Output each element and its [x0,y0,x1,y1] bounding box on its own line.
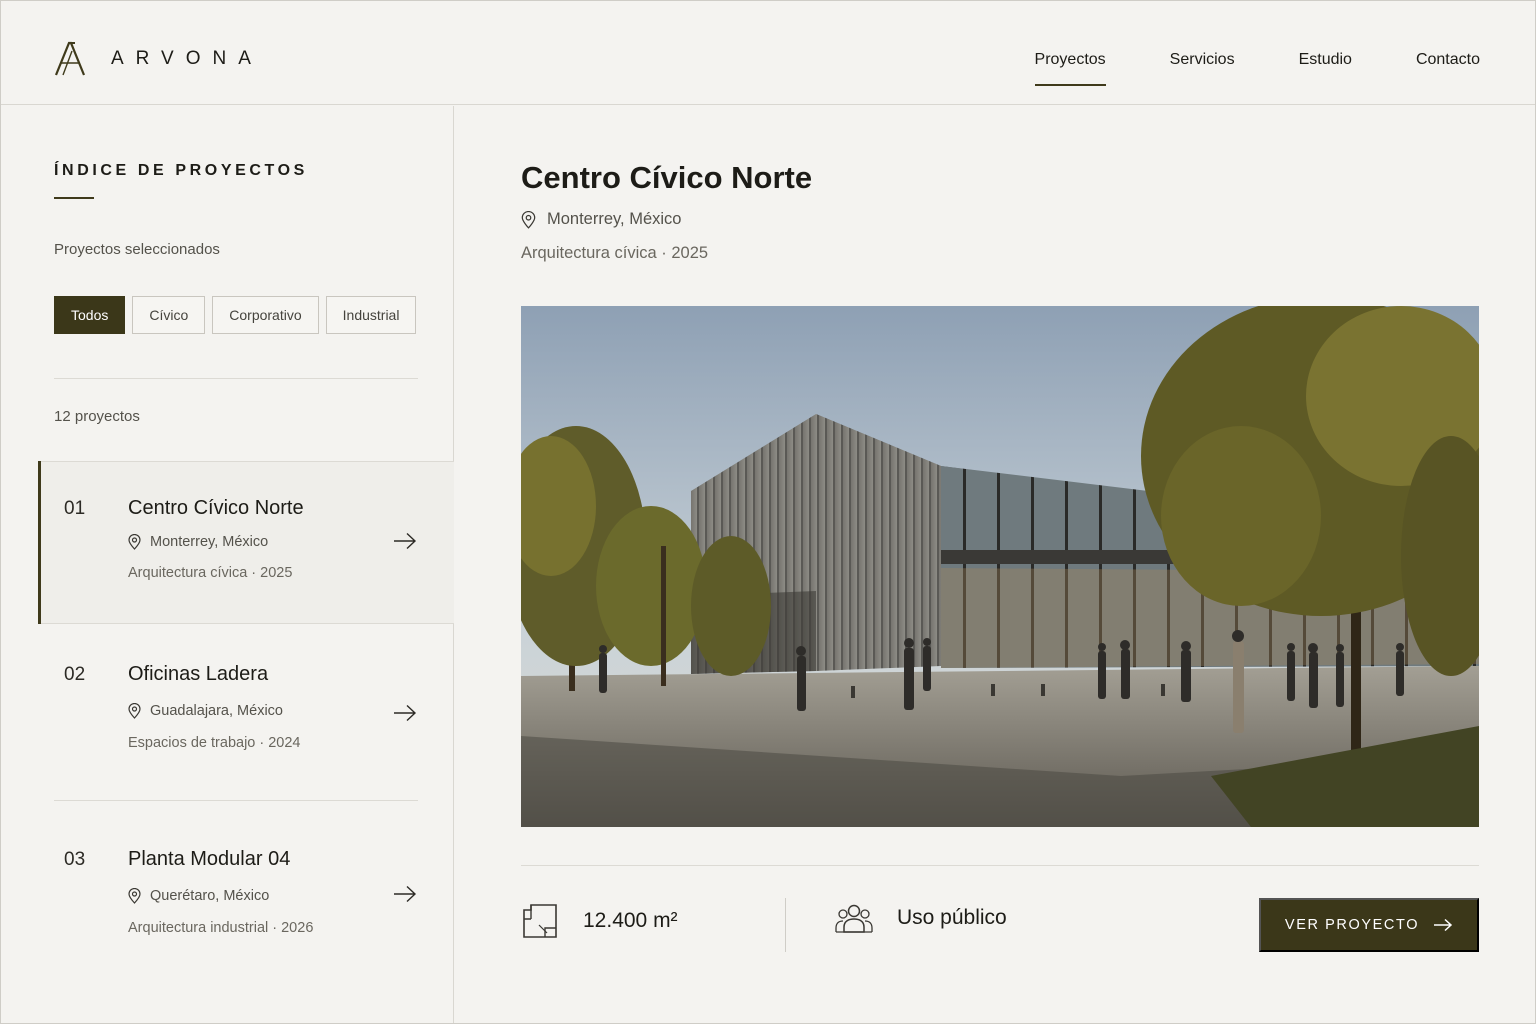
project-meta: Espacios de trabajo · 2024 [128,735,301,751]
project-location: Querétaro, México [128,888,269,904]
app-frame: ARVONA Proyectos Servicios Estudio Conta… [0,0,1536,1024]
project-meta: Arquitectura cívica · 2025 [128,565,293,581]
floor-plan-icon [523,904,557,938]
index-title: ÍNDICE DE PROYECTOS [54,162,308,179]
nav-item-contacto[interactable]: Contacto [1416,51,1480,69]
map-pin-icon [521,210,536,229]
brand-logo[interactable]: ARVONA [53,41,263,77]
project-location: Monterrey, México [521,210,681,229]
project-item-01[interactable]: 01 Centro Cívico Norte Monterrey, México… [38,461,454,624]
project-name: Oficinas Ladera [128,663,269,685]
arrow-right-icon [1434,918,1453,932]
selected-projects-label: Proyectos seleccionados [54,241,220,258]
project-index-sidebar: ÍNDICE DE PROYECTOS Proyectos selecciona… [1,106,454,1023]
filter-todos[interactable]: Todos [54,296,126,334]
project-number: 03 [64,849,86,870]
divider [521,865,1479,866]
project-item-03[interactable]: 03 Planta Modular 04 Querétaro, México A… [38,831,454,981]
arrow-right-icon[interactable] [393,885,417,903]
map-pin-icon [128,703,141,719]
project-name: Planta Modular 04 [128,848,291,870]
title-underline [54,197,94,199]
project-hero-image [521,306,1479,827]
area-stat: 12.400 m² [521,902,678,940]
users-icon [835,904,873,933]
stat-divider [785,898,786,952]
use-value: Uso público [897,906,1007,929]
nav-item-servicios[interactable]: Servicios [1170,51,1235,69]
view-project-label: VER PROYECTO [1284,917,1420,933]
project-location: Monterrey, México [128,534,268,550]
project-item-02[interactable]: 02 Oficinas Ladera Guadalajara, México E… [38,646,454,796]
map-pin-icon [128,888,141,904]
project-count: 12 proyectos [54,408,140,425]
arrow-right-icon[interactable] [393,704,417,722]
main-nav: Proyectos Servicios Estudio Contacto [971,51,1480,86]
project-location-text: Monterrey, México [547,210,682,228]
site-header: ARVONA Proyectos Servicios Estudio Conta… [1,1,1535,105]
project-location-text: Querétaro, México [150,888,270,904]
divider [54,800,418,801]
map-pin-icon [128,534,141,550]
filter-industrial[interactable]: Industrial [325,296,417,334]
nav-item-estudio[interactable]: Estudio [1299,51,1352,69]
area-value: 12.400 m² [583,909,678,932]
project-name: Centro Cívico Norte [128,497,304,519]
view-project-button[interactable]: VER PROYECTO [1259,898,1479,952]
civic-building-photo [521,306,1479,827]
divider [54,378,418,379]
filter-civico[interactable]: Cívico [132,296,206,334]
nav-item-proyectos[interactable]: Proyectos [1034,51,1106,86]
filter-group: Todos Cívico Corporativo Industrial [54,296,423,334]
project-number: 02 [64,664,86,685]
project-meta: Arquitectura cívica · 2025 [521,244,709,262]
project-meta: Arquitectura industrial · 2026 [128,920,314,936]
arrow-right-icon[interactable] [393,532,417,550]
brand-name: ARVONA [111,48,263,69]
logo-mark-icon [54,41,86,76]
project-detail: Centro Cívico Norte Monterrey, México Ar… [455,106,1535,1023]
use-stat: Uso público [835,902,1007,934]
project-location: Guadalajara, México [128,703,283,719]
project-location-text: Guadalajara, México [150,703,283,719]
project-title: Centro Cívico Norte [521,160,813,195]
project-number: 01 [64,498,86,519]
project-location-text: Monterrey, México [150,534,269,550]
filter-corporativo[interactable]: Corporativo [212,296,319,334]
